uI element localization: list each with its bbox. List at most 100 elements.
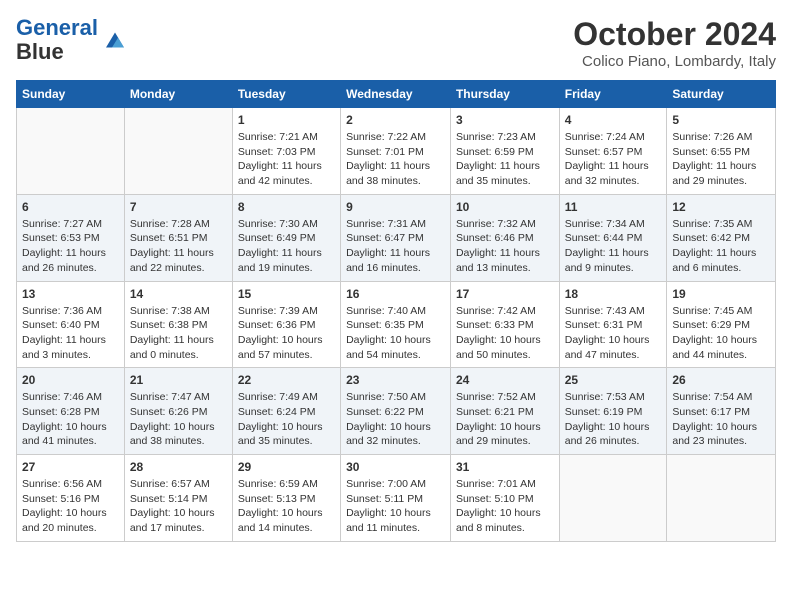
day-info: Sunrise: 7:26 AMSunset: 6:55 PMDaylight:…: [672, 130, 770, 189]
calendar-cell: 31Sunrise: 7:01 AMSunset: 5:10 PMDayligh…: [450, 455, 559, 542]
day-info: Sunrise: 7:50 AMSunset: 6:22 PMDaylight:…: [346, 390, 445, 449]
calendar-cell: 26 Sunrise: 7:54 AMSunset: 6:17 PMDayligh…: [667, 368, 776, 455]
day-number: 20: [22, 373, 119, 387]
day-number: 30: [346, 460, 445, 474]
calendar-cell: [17, 108, 125, 195]
calendar-cell: [559, 455, 667, 542]
calendar-cell: 4 Sunrise: 7:24 AMSunset: 6:57 PMDaylight…: [559, 108, 667, 195]
calendar-cell: 15Sunrise: 7:39 AMSunset: 6:36 PMDayligh…: [232, 281, 340, 368]
day-number: 23: [346, 373, 445, 387]
calendar-cell: [667, 455, 776, 542]
day-info: Sunrise: 7:45 AMSunset: 6:29 PMDaylight:…: [672, 304, 770, 363]
day-number: 17: [456, 287, 554, 301]
day-number: 12: [672, 200, 770, 214]
calendar-row: 27Sunrise: 6:56 AMSunset: 5:16 PMDayligh…: [17, 455, 776, 542]
calendar-row: 13Sunrise: 7:36 AMSunset: 6:40 PMDayligh…: [17, 281, 776, 368]
day-number: 11: [565, 200, 662, 214]
weekday-header-row: SundayMondayTuesdayWednesdayThursdayFrid…: [17, 81, 776, 108]
day-info: Sunrise: 7:24 AMSunset: 6:57 PMDaylight:…: [565, 130, 662, 189]
month-title: October 2024: [573, 16, 776, 53]
calendar-cell: 25 Sunrise: 7:53 AMSunset: 6:19 PMDayligh…: [559, 368, 667, 455]
day-info: Sunrise: 7:31 AMSunset: 6:47 PMDaylight:…: [346, 217, 445, 276]
day-info: Sunrise: 7:53 AMSunset: 6:19 PMDaylight:…: [565, 390, 662, 449]
day-number: 10: [456, 200, 554, 214]
calendar-cell: 6 Sunrise: 7:27 AMSunset: 6:53 PMDaylight…: [17, 194, 125, 281]
day-number: 26: [672, 373, 770, 387]
weekday-header: Monday: [124, 81, 232, 108]
calendar-cell: 9 Sunrise: 7:31 AMSunset: 6:47 PMDaylight…: [341, 194, 451, 281]
calendar-cell: 27Sunrise: 6:56 AMSunset: 5:16 PMDayligh…: [17, 455, 125, 542]
day-number: 8: [238, 200, 335, 214]
day-number: 27: [22, 460, 119, 474]
weekday-header: Sunday: [17, 81, 125, 108]
calendar-cell: 10 Sunrise: 7:32 AMSunset: 6:46 PMDayligh…: [450, 194, 559, 281]
location: Colico Piano, Lombardy, Italy: [573, 53, 776, 70]
day-info: Sunrise: 7:39 AMSunset: 6:36 PMDaylight:…: [238, 304, 335, 363]
calendar-row: 1Sunrise: 7:21 AMSunset: 7:03 PMDaylight…: [17, 108, 776, 195]
logo-text: General Blue: [16, 16, 98, 64]
day-info: Sunrise: 7:43 AMSunset: 6:31 PMDaylight:…: [565, 304, 662, 363]
day-number: 22: [238, 373, 335, 387]
day-info: Sunrise: 7:32 AMSunset: 6:46 PMDaylight:…: [456, 217, 554, 276]
calendar-row: 20 Sunrise: 7:46 AMSunset: 6:28 PMDayligh…: [17, 368, 776, 455]
calendar-cell: 22 Sunrise: 7:49 AMSunset: 6:24 PMDayligh…: [232, 368, 340, 455]
calendar-cell: 19 Sunrise: 7:45 AMSunset: 6:29 PMDayligh…: [667, 281, 776, 368]
calendar-cell: 21 Sunrise: 7:47 AMSunset: 6:26 PMDayligh…: [124, 368, 232, 455]
day-number: 13: [22, 287, 119, 301]
day-number: 2: [346, 113, 445, 127]
calendar-cell: [124, 108, 232, 195]
calendar-cell: 28 Sunrise: 6:57 AMSunset: 5:14 PMDayligh…: [124, 455, 232, 542]
calendar-cell: 7Sunrise: 7:28 AMSunset: 6:51 PMDaylight…: [124, 194, 232, 281]
day-number: 4: [565, 113, 662, 127]
day-info: Sunrise: 7:30 AMSunset: 6:49 PMDaylight:…: [238, 217, 335, 276]
calendar-cell: 11 Sunrise: 7:34 AMSunset: 6:44 PMDayligh…: [559, 194, 667, 281]
day-info: Sunrise: 7:49 AMSunset: 6:24 PMDaylight:…: [238, 390, 335, 449]
day-number: 19: [672, 287, 770, 301]
logo: General Blue: [16, 16, 130, 64]
calendar-cell: 14 Sunrise: 7:38 AMSunset: 6:38 PMDayligh…: [124, 281, 232, 368]
calendar-cell: 23 Sunrise: 7:50 AMSunset: 6:22 PMDayligh…: [341, 368, 451, 455]
day-info: Sunrise: 7:40 AMSunset: 6:35 PMDaylight:…: [346, 304, 445, 363]
day-info: Sunrise: 6:59 AMSunset: 5:13 PMDaylight:…: [238, 477, 335, 536]
calendar-cell: 18 Sunrise: 7:43 AMSunset: 6:31 PMDayligh…: [559, 281, 667, 368]
calendar-cell: 17 Sunrise: 7:42 AMSunset: 6:33 PMDayligh…: [450, 281, 559, 368]
day-number: 14: [130, 287, 227, 301]
day-number: 24: [456, 373, 554, 387]
weekday-header: Thursday: [450, 81, 559, 108]
day-number: 18: [565, 287, 662, 301]
weekday-header: Saturday: [667, 81, 776, 108]
calendar-cell: 2 Sunrise: 7:22 AMSunset: 7:01 PMDaylight…: [341, 108, 451, 195]
day-number: 5: [672, 113, 770, 127]
day-info: Sunrise: 7:34 AMSunset: 6:44 PMDaylight:…: [565, 217, 662, 276]
calendar-cell: 16 Sunrise: 7:40 AMSunset: 6:35 PMDayligh…: [341, 281, 451, 368]
calendar-table: SundayMondayTuesdayWednesdayThursdayFrid…: [16, 80, 776, 542]
day-info: Sunrise: 6:57 AMSunset: 5:14 PMDaylight:…: [130, 477, 227, 536]
calendar-row: 6 Sunrise: 7:27 AMSunset: 6:53 PMDaylight…: [17, 194, 776, 281]
day-number: 28: [130, 460, 227, 474]
calendar-cell: 8 Sunrise: 7:30 AMSunset: 6:49 PMDaylight…: [232, 194, 340, 281]
day-info: Sunrise: 7:27 AMSunset: 6:53 PMDaylight:…: [22, 217, 119, 276]
calendar-cell: 5 Sunrise: 7:26 AMSunset: 6:55 PMDaylight…: [667, 108, 776, 195]
day-info: Sunrise: 7:52 AMSunset: 6:21 PMDaylight:…: [456, 390, 554, 449]
day-number: 6: [22, 200, 119, 214]
day-number: 9: [346, 200, 445, 214]
day-info: Sunrise: 7:54 AMSunset: 6:17 PMDaylight:…: [672, 390, 770, 449]
day-number: 25: [565, 373, 662, 387]
calendar-cell: 13Sunrise: 7:36 AMSunset: 6:40 PMDayligh…: [17, 281, 125, 368]
calendar-cell: 20 Sunrise: 7:46 AMSunset: 6:28 PMDayligh…: [17, 368, 125, 455]
day-number: 31: [456, 460, 554, 474]
day-info: Sunrise: 7:23 AMSunset: 6:59 PMDaylight:…: [456, 130, 554, 189]
day-info: Sunrise: 7:46 AMSunset: 6:28 PMDaylight:…: [22, 390, 119, 449]
day-info: Sunrise: 7:42 AMSunset: 6:33 PMDaylight:…: [456, 304, 554, 363]
day-info: Sunrise: 7:47 AMSunset: 6:26 PMDaylight:…: [130, 390, 227, 449]
day-number: 29: [238, 460, 335, 474]
day-number: 16: [346, 287, 445, 301]
logo-icon: [100, 25, 130, 55]
calendar-cell: 12 Sunrise: 7:35 AMSunset: 6:42 PMDayligh…: [667, 194, 776, 281]
day-number: 21: [130, 373, 227, 387]
day-info: Sunrise: 7:38 AMSunset: 6:38 PMDaylight:…: [130, 304, 227, 363]
title-block: October 2024 Colico Piano, Lombardy, Ita…: [573, 16, 776, 70]
calendar-cell: 29 Sunrise: 6:59 AMSunset: 5:13 PMDayligh…: [232, 455, 340, 542]
day-info: Sunrise: 7:35 AMSunset: 6:42 PMDaylight:…: [672, 217, 770, 276]
day-info: Sunrise: 7:22 AMSunset: 7:01 PMDaylight:…: [346, 130, 445, 189]
